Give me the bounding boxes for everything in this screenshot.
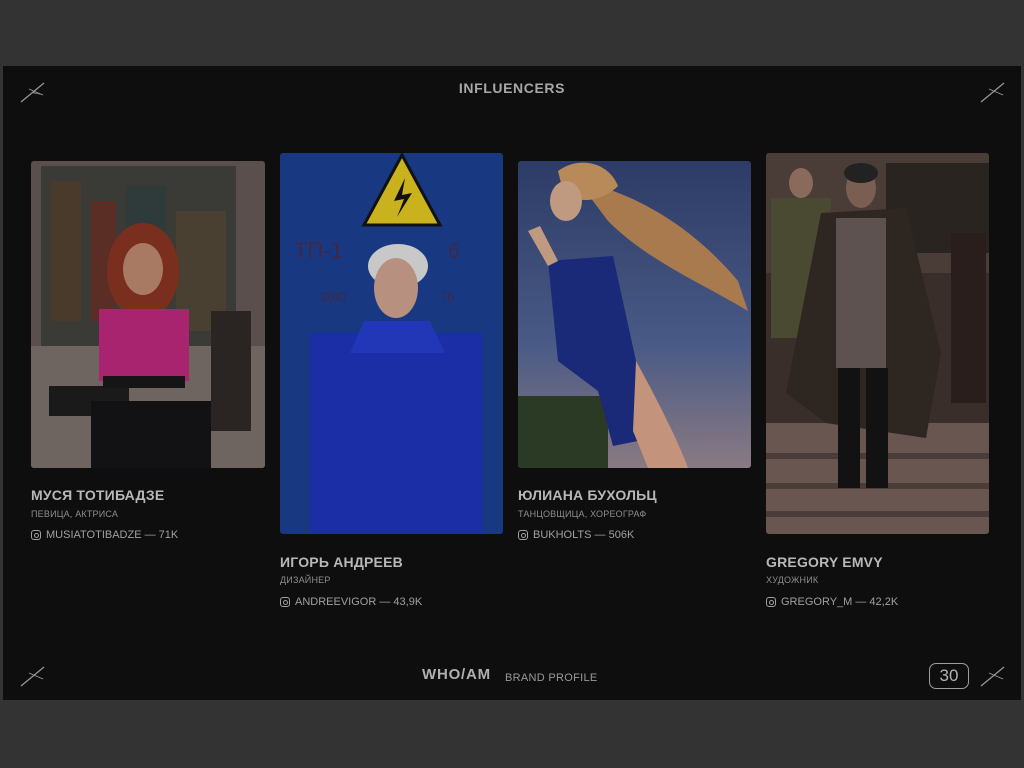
influencer-photo: ТП-1 б 3(80 76 [280, 153, 503, 534]
instagram-icon [280, 597, 290, 607]
sparkle-star-icon [979, 80, 1007, 104]
influencer-name: МУСЯ ТОТИБАДЗЕ [31, 487, 165, 503]
influencer-role: ПЕВИЦА, АКТРИСА [31, 509, 119, 519]
instagram-handle: MUSIATOTIBADZE — 71K [46, 529, 179, 541]
brand-subtitle: BRAND PROFILE [505, 672, 598, 684]
slide: INFLUENCERS МУСЯ ТОТИБАДЗЕ ПЕВИЦА, АКТРИ… [3, 66, 1021, 700]
sparkle-star-icon [19, 664, 47, 688]
influencer-photo [766, 153, 989, 534]
sparkle-star-icon [19, 80, 47, 104]
svg-text:ТП-1: ТП-1 [294, 238, 343, 263]
brand-logo: WHO/AM [422, 666, 491, 683]
influencer-photo [518, 161, 751, 468]
instagram-link[interactable]: MUSIATOTIBADZE — 71K [31, 529, 178, 541]
instagram-icon [766, 597, 776, 607]
influencer-name: ЮЛИАНА БУХОЛЬЦ [518, 487, 657, 503]
svg-text:б: б [448, 241, 459, 263]
instagram-link[interactable]: BUKHOLTS — 506K [518, 529, 634, 541]
page-number-badge: 30 [929, 663, 969, 689]
slide-title: INFLUENCERS [458, 80, 566, 96]
instagram-handle: BUKHOLTS — 506K [533, 529, 635, 541]
instagram-link[interactable]: GREGORY_M — 42,2K [766, 596, 898, 608]
influencer-role: ТАНЦОВЩИЦА, ХОРЕОГРАФ [518, 509, 647, 519]
instagram-icon [518, 530, 528, 540]
influencer-name: GREGORY EMVY [766, 554, 883, 570]
influencer-role: ХУДОЖНИК [766, 575, 819, 585]
svg-text:3(80: 3(80 [320, 289, 346, 304]
influencer-photo [31, 161, 265, 468]
svg-text:76: 76 [440, 289, 454, 304]
influencer-name: ИГОРЬ АНДРЕЕВ [280, 554, 403, 570]
sparkle-star-icon [979, 664, 1007, 688]
instagram-icon [31, 530, 41, 540]
instagram-handle: ANDREEVIGOR — 43,9K [295, 596, 423, 608]
instagram-handle: GREGORY_M — 42,2K [781, 596, 899, 608]
instagram-link[interactable]: ANDREEVIGOR — 43,9K [280, 596, 422, 608]
influencer-role: ДИЗАЙНЕР [280, 575, 331, 585]
